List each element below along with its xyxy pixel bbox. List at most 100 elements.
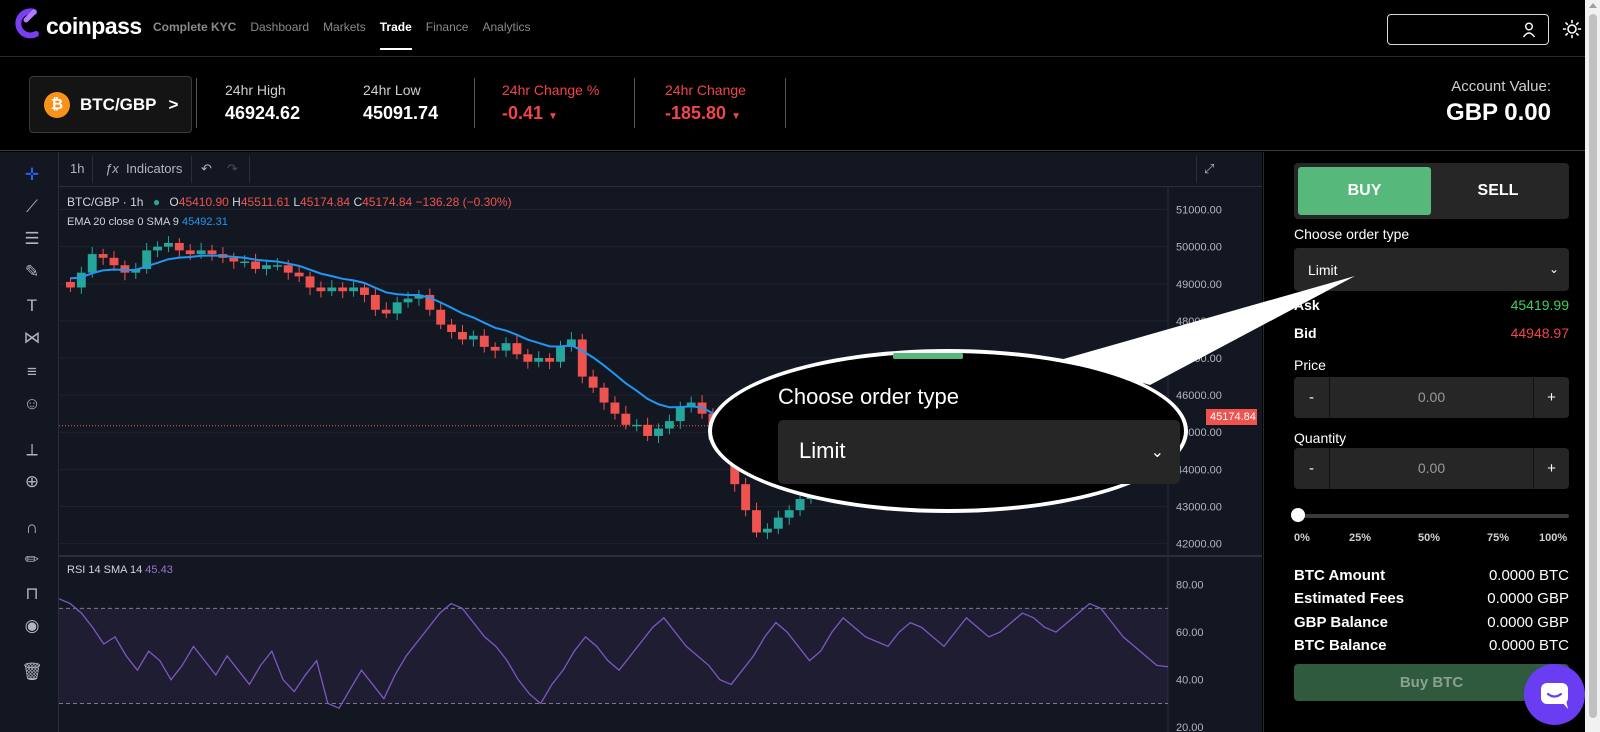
amount-slider-thumb[interactable] (1291, 508, 1305, 522)
candle-body (599, 387, 609, 403)
quantity-input[interactable]: 0.00 (1330, 460, 1533, 476)
market-ticker: ₿ BTC/GBP > 24hr High 46924.62 24hr Low … (0, 58, 1585, 151)
user-icon[interactable] (1522, 22, 1536, 38)
nav-analytics[interactable]: Analytics (482, 20, 530, 50)
interval-button[interactable]: 1h (70, 161, 84, 176)
order-type-select[interactable]: Limit ⌄ (1294, 248, 1569, 291)
fullscreen-icon[interactable]: ⤢ (1204, 161, 1214, 177)
redo-icon[interactable]: ↷ (227, 161, 238, 177)
candle-body (76, 272, 86, 288)
support-chat-button[interactable] (1524, 664, 1585, 725)
pair-selector-button[interactable]: ₿ BTC/GBP > (29, 76, 192, 133)
amount-slider[interactable] (1298, 514, 1569, 518)
candle-body (501, 343, 511, 351)
brush-icon[interactable]: ✎ (20, 260, 44, 284)
candle-body (675, 406, 685, 422)
candle-body (556, 346, 565, 362)
coinpass-logo-icon (15, 8, 39, 39)
price-increment-button[interactable]: + (1533, 377, 1569, 418)
buy-tab[interactable]: BUY (1298, 167, 1431, 215)
price-axis-label: 49000.00 (1176, 279, 1222, 291)
candle-body (523, 354, 533, 362)
ohlc-open-value: 45410.90 (178, 195, 229, 209)
indicators-button[interactable]: Indicators (126, 161, 182, 176)
slider-mark-50[interactable]: 50% (1418, 532, 1440, 544)
magnet-icon[interactable]: ∩ (20, 516, 44, 540)
slider-mark-75[interactable]: 75% (1487, 532, 1509, 544)
measure-lines-icon[interactable]: ≡ (20, 360, 44, 384)
trash-icon[interactable]: 🗑 (20, 660, 44, 684)
scroll-up-arrow-icon[interactable] (1589, 3, 1597, 8)
pattern-icon[interactable]: ⋈ (20, 326, 44, 350)
slider-mark-25[interactable]: 25% (1349, 532, 1371, 544)
trend-line-icon[interactable]: ⟋ (20, 195, 44, 219)
text-icon[interactable]: T (20, 294, 44, 318)
stay-drawing-icon[interactable]: ✏ (20, 548, 44, 572)
indicators-icon[interactable]: ƒx (105, 161, 119, 176)
divider (634, 78, 635, 128)
ohlc-high-value: 45511.61 (240, 195, 291, 209)
account-value-amount: GBP 0.00 (1446, 99, 1551, 126)
nav-dashboard[interactable]: Dashboard (250, 20, 309, 50)
candle-body (762, 528, 772, 533)
page-scrollbar[interactable] (1585, 0, 1600, 732)
horizontal-lines-icon[interactable]: ☰ (20, 227, 44, 251)
candle-body (381, 309, 391, 314)
stat-24h-low: 24hr Low 45091.74 (363, 82, 438, 124)
rsi-band (59, 608, 1168, 704)
candle-body (229, 257, 239, 262)
ruler-icon[interactable]: ⟂ (20, 438, 44, 462)
zoom-in-icon[interactable]: ⊕ (20, 470, 44, 494)
candle-body (545, 358, 555, 362)
slider-mark-0[interactable]: 0% (1294, 532, 1310, 544)
candle-body (240, 261, 250, 264)
chevron-down-icon: ⌄ (1548, 262, 1559, 276)
candle-body (272, 265, 282, 267)
candle-body (752, 510, 761, 533)
candle-body (349, 287, 359, 292)
stat-value: 46924.62 (225, 103, 301, 123)
candle-body (360, 287, 369, 295)
candle-body (153, 246, 163, 251)
order-type-label: Choose order type (1294, 226, 1410, 242)
stat-24h-change: 24hr Change -185.80 ▼ (665, 82, 746, 124)
caret-down-icon: ▼ (731, 111, 741, 122)
price-decrement-button[interactable]: - (1294, 377, 1330, 418)
rsi-axis-label: 60.00 (1176, 627, 1204, 639)
account-search-input[interactable] (1387, 14, 1549, 45)
lock-icon[interactable]: ⊓ (20, 582, 44, 606)
theme-toggle-icon[interactable] (1562, 19, 1582, 39)
quantity-decrement-button[interactable]: - (1294, 448, 1330, 489)
nav-finance[interactable]: Finance (426, 20, 469, 50)
candle-body (207, 250, 217, 255)
divider (249, 156, 250, 183)
sell-tab[interactable]: SELL (1431, 167, 1565, 215)
candle-body (66, 281, 75, 288)
coinpass-logo[interactable]: coinpass (14, 8, 142, 44)
ask-label: Ask (1294, 297, 1320, 313)
nav-complete-kyc[interactable]: Complete KYC (153, 20, 236, 50)
quantity-increment-button[interactable]: + (1533, 448, 1569, 489)
chart-top-toolbar: 1h ƒx Indicators ↶ ↷ ⤢ (59, 152, 1262, 187)
nav-markets[interactable]: Markets (323, 20, 366, 50)
undo-icon[interactable]: ↶ (201, 161, 212, 177)
candle-body (795, 499, 805, 511)
scroll-thumb[interactable] (1589, 14, 1597, 718)
ema-label: EMA 20 close 0 SMA 9 (67, 216, 179, 228)
slider-mark-100[interactable]: 100% (1539, 532, 1567, 544)
order-panel: BUY SELL Choose order type Limit ⌄ Ask 4… (1263, 152, 1585, 732)
eye-icon[interactable]: ◉ (20, 614, 44, 638)
candle-body (610, 402, 620, 414)
candle-body (316, 287, 326, 292)
stat-label: 24hr High (225, 82, 286, 98)
ohlc-change: −136.28 (−0.30%) (415, 195, 512, 209)
candle-body (534, 358, 544, 362)
crosshair-icon[interactable]: ✛ (20, 163, 44, 187)
candle-body (632, 424, 642, 427)
candle-body (512, 343, 522, 355)
estimated-fees-row: Estimated Fees 0.0000 GBP (1294, 590, 1569, 607)
price-input[interactable]: 0.00 (1330, 389, 1533, 405)
ohlc-close-label: C (353, 195, 363, 209)
emoji-icon[interactable]: ☺ (20, 392, 44, 416)
nav-trade[interactable]: Trade (379, 20, 412, 50)
